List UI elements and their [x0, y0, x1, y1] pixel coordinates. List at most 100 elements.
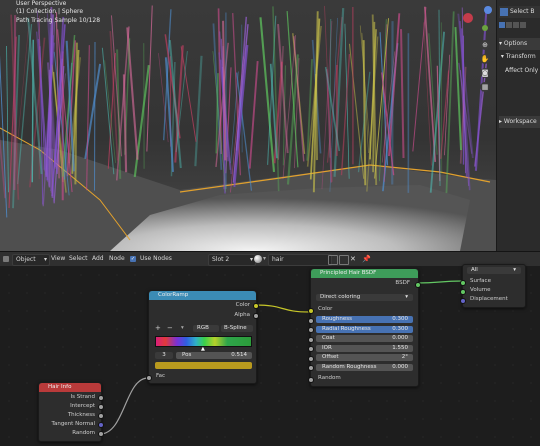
transform-label: Transform: [505, 53, 536, 60]
output-target-dropdown[interactable]: All ▾: [467, 267, 521, 274]
hair-strand: [314, 73, 319, 161]
field-radial-roughness[interactable]: Radial Roughness 0.300: [316, 325, 413, 333]
socket-tangent-normal[interactable]: [98, 422, 104, 428]
color-mode-dropdown[interactable]: RGB: [193, 325, 219, 332]
colorramp-title: ColorRamp: [149, 291, 256, 300]
menu-view[interactable]: View: [51, 254, 65, 264]
hair-strand: [133, 64, 150, 178]
node-editor-header: Object ▾ View Select Add Node ✓ Use Nodes…: [0, 251, 540, 267]
field-roughness[interactable]: Roughness 0.300: [316, 316, 413, 323]
output-bsdf: BSDF: [395, 280, 410, 286]
hair-strand: [13, 15, 17, 191]
render-samples-label: Path Tracing Sample 10/128: [16, 17, 101, 24]
field-ior[interactable]: IOR 1.550: [316, 344, 413, 352]
chevron-down-icon: ▾: [405, 294, 408, 300]
mode-intersect-icon[interactable]: [520, 22, 526, 28]
field-coat[interactable]: Coat 0.000: [316, 335, 413, 342]
unlink-close-icon[interactable]: ✕: [350, 254, 356, 264]
output-intercept: Intercept: [70, 403, 95, 409]
socket-radial-roughness-in[interactable]: [308, 327, 314, 333]
hair-strand: [388, 13, 401, 157]
field-value: 0.300: [392, 316, 408, 322]
socket-fac-in[interactable]: [146, 375, 152, 381]
field-label: Offset: [322, 354, 339, 360]
input-surface: Surface: [470, 278, 491, 284]
zoom-icon[interactable]: ⊕: [480, 40, 490, 50]
menu-add[interactable]: Add: [92, 254, 104, 264]
output-color: Color: [235, 302, 250, 308]
use-nodes-checkbox[interactable]: ✓: [130, 256, 136, 262]
collection-label: (1) Collection | Sphere: [16, 8, 84, 15]
socket-alpha-out[interactable]: [253, 313, 259, 319]
chevron-down-icon: ▾: [43, 256, 47, 263]
position-value: 0.514: [231, 352, 247, 358]
material-output-node[interactable]: All ▾ Surface Volume Displacement: [460, 264, 526, 308]
hair-info-node[interactable]: Hair Info Is Strand Intercept Thickness …: [38, 382, 104, 442]
camera-icon[interactable]: ◙: [480, 68, 490, 78]
field-offset[interactable]: Offset 2°: [316, 354, 413, 361]
select-mode-icons[interactable]: [499, 22, 526, 30]
socket-thickness[interactable]: [98, 413, 104, 419]
stop-index-value: 3: [162, 352, 166, 358]
output-random: Random: [72, 430, 95, 436]
interpolation-dropdown[interactable]: B-Spline: [221, 325, 253, 332]
select-box-tool[interactable]: Select B: [499, 6, 540, 18]
gizmo-x-axis-icon: [463, 13, 473, 23]
socket-ior-in[interactable]: [308, 346, 314, 352]
socket-random-roughness-in[interactable]: [308, 365, 314, 371]
stop-index-field[interactable]: 3: [155, 352, 173, 359]
mode-subtract-icon[interactable]: [513, 22, 519, 28]
colorramp-node[interactable]: ColorRamp Color Alpha + − ▾ RGB B-Spline…: [146, 290, 259, 384]
field-random-roughness[interactable]: Random Roughness 0.000: [316, 363, 413, 371]
fake-user-icon[interactable]: [328, 255, 338, 265]
select-box-label: Select B: [510, 8, 535, 15]
duplicate-material-icon[interactable]: [339, 255, 349, 265]
socket-roughness-in[interactable]: [308, 317, 314, 324]
socket-color-in[interactable]: [308, 308, 314, 314]
socket-bsdf-out[interactable]: [415, 282, 421, 288]
editor-type-icon[interactable]: [3, 256, 9, 262]
node-editor-canvas[interactable]: Hair Info Is Strand Intercept Thickness …: [0, 264, 540, 446]
chevron-down-icon[interactable]: ▾: [181, 325, 184, 332]
chevron-down-icon: ▾: [263, 255, 267, 262]
socket-displacement-in[interactable]: [460, 298, 466, 304]
socket-intercept[interactable]: [98, 404, 104, 410]
chevron-down-icon: ▾: [499, 53, 506, 60]
mode-extend-icon[interactable]: [506, 22, 512, 28]
socket-offset-in[interactable]: [308, 355, 314, 362]
menu-node[interactable]: Node: [109, 254, 125, 264]
add-stop-button[interactable]: +: [155, 325, 161, 332]
chevron-down-icon: ▾: [513, 267, 516, 273]
material-sphere-icon[interactable]: [254, 255, 262, 263]
socket-is-strand[interactable]: [98, 395, 104, 401]
input-random: Random: [318, 375, 341, 381]
options-section[interactable]: ▾ Options: [499, 38, 540, 50]
hair-strand: [333, 7, 345, 177]
material-name-field[interactable]: hair: [268, 254, 332, 266]
slot-dropdown[interactable]: Slot 2 ▾: [208, 254, 256, 266]
socket-random-in[interactable]: [308, 377, 314, 383]
shader-type-dropdown[interactable]: Object ▾: [12, 254, 50, 266]
socket-surface-in[interactable]: [460, 280, 466, 286]
parametrization-dropdown[interactable]: Direct coloring ▾: [316, 294, 413, 301]
stop-color-swatch[interactable]: [155, 362, 252, 369]
menu-select[interactable]: Select: [69, 254, 88, 264]
field-value: 2°: [401, 354, 408, 360]
options-label: Options: [503, 40, 528, 47]
field-value: 0.000: [392, 335, 408, 341]
socket-coat-in[interactable]: [308, 336, 314, 343]
socket-color-out[interactable]: [253, 303, 259, 309]
pan-hand-icon[interactable]: ✋: [480, 54, 490, 64]
output-target-value: All: [471, 267, 478, 273]
workspace-section[interactable]: ▸ Workspace: [499, 116, 540, 128]
mode-new-icon[interactable]: [499, 22, 505, 28]
3d-viewport[interactable]: User Perspective (1) Collection | Sphere…: [0, 0, 496, 251]
pin-icon[interactable]: 📌: [362, 254, 371, 264]
remove-stop-button[interactable]: −: [167, 325, 173, 332]
position-field[interactable]: Pos 0.514: [176, 352, 252, 359]
socket-volume-in[interactable]: [460, 289, 466, 295]
socket-random[interactable]: [98, 431, 104, 437]
principled-hair-bsdf-node[interactable]: Principled Hair BSDF BSDF Direct colorin…: [308, 268, 421, 387]
transform-section[interactable]: ▾ Transform: [499, 51, 540, 63]
grid-view-icon[interactable]: ▦: [480, 82, 490, 92]
